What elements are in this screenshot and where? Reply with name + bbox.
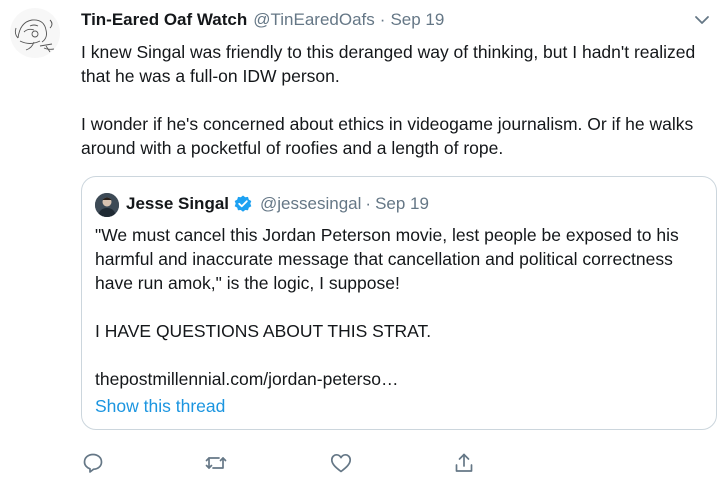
tweet-date[interactable]: Sep 19 — [390, 10, 444, 30]
quoted-author-name[interactable]: Jesse Singal — [126, 194, 229, 214]
quoted-paragraph: "We must cancel this Jordan Peterson mov… — [95, 225, 679, 293]
tweet-text: I knew Singal was friendly to this deran… — [81, 40, 711, 160]
author-name[interactable]: Tin-Eared Oaf Watch — [81, 10, 247, 30]
reply-icon[interactable] — [81, 451, 105, 475]
show-thread-link[interactable]: Show this thread — [95, 396, 225, 417]
share-icon[interactable] — [452, 451, 476, 475]
tweet-header: Tin-Eared Oaf Watch @TinEaredOafs · Sep … — [81, 10, 444, 36]
verified-badge-icon — [233, 194, 253, 214]
quoted-tweet-header: Jesse Singal @jessesingal · Sep 19 — [126, 192, 429, 216]
retweet-icon[interactable] — [204, 451, 228, 475]
tweet[interactable]: Tin-Eared Oaf Watch @TinEaredOafs · Sep … — [0, 0, 727, 481]
separator-dot: · — [379, 10, 386, 29]
quoted-tweet[interactable]: Jesse Singal @jessesingal · Sep 19 "We m… — [81, 176, 717, 430]
tweet-paragraph: I wonder if he's concerned about ethics … — [81, 114, 694, 158]
chevron-down-icon[interactable] — [691, 10, 713, 30]
tweet-paragraph: I knew Singal was friendly to this deran… — [81, 42, 696, 86]
quoted-tweet-date[interactable]: Sep 19 — [375, 194, 429, 214]
author-handle[interactable]: @TinEaredOafs — [253, 10, 375, 30]
quoted-author-avatar[interactable] — [95, 193, 119, 217]
tweet-actions — [81, 451, 481, 477]
like-icon[interactable] — [329, 451, 353, 475]
separator-dot: · — [365, 194, 372, 213]
quoted-tweet-text: "We must cancel this Jordan Peterson mov… — [95, 223, 705, 391]
quoted-link[interactable]: thepostmillennial.com/jordan-peterso… — [95, 367, 705, 391]
author-avatar[interactable] — [10, 8, 60, 58]
quoted-author-handle[interactable]: @jessesingal — [260, 194, 361, 214]
quoted-paragraph: I HAVE QUESTIONS ABOUT THIS STRAT. — [95, 321, 432, 341]
